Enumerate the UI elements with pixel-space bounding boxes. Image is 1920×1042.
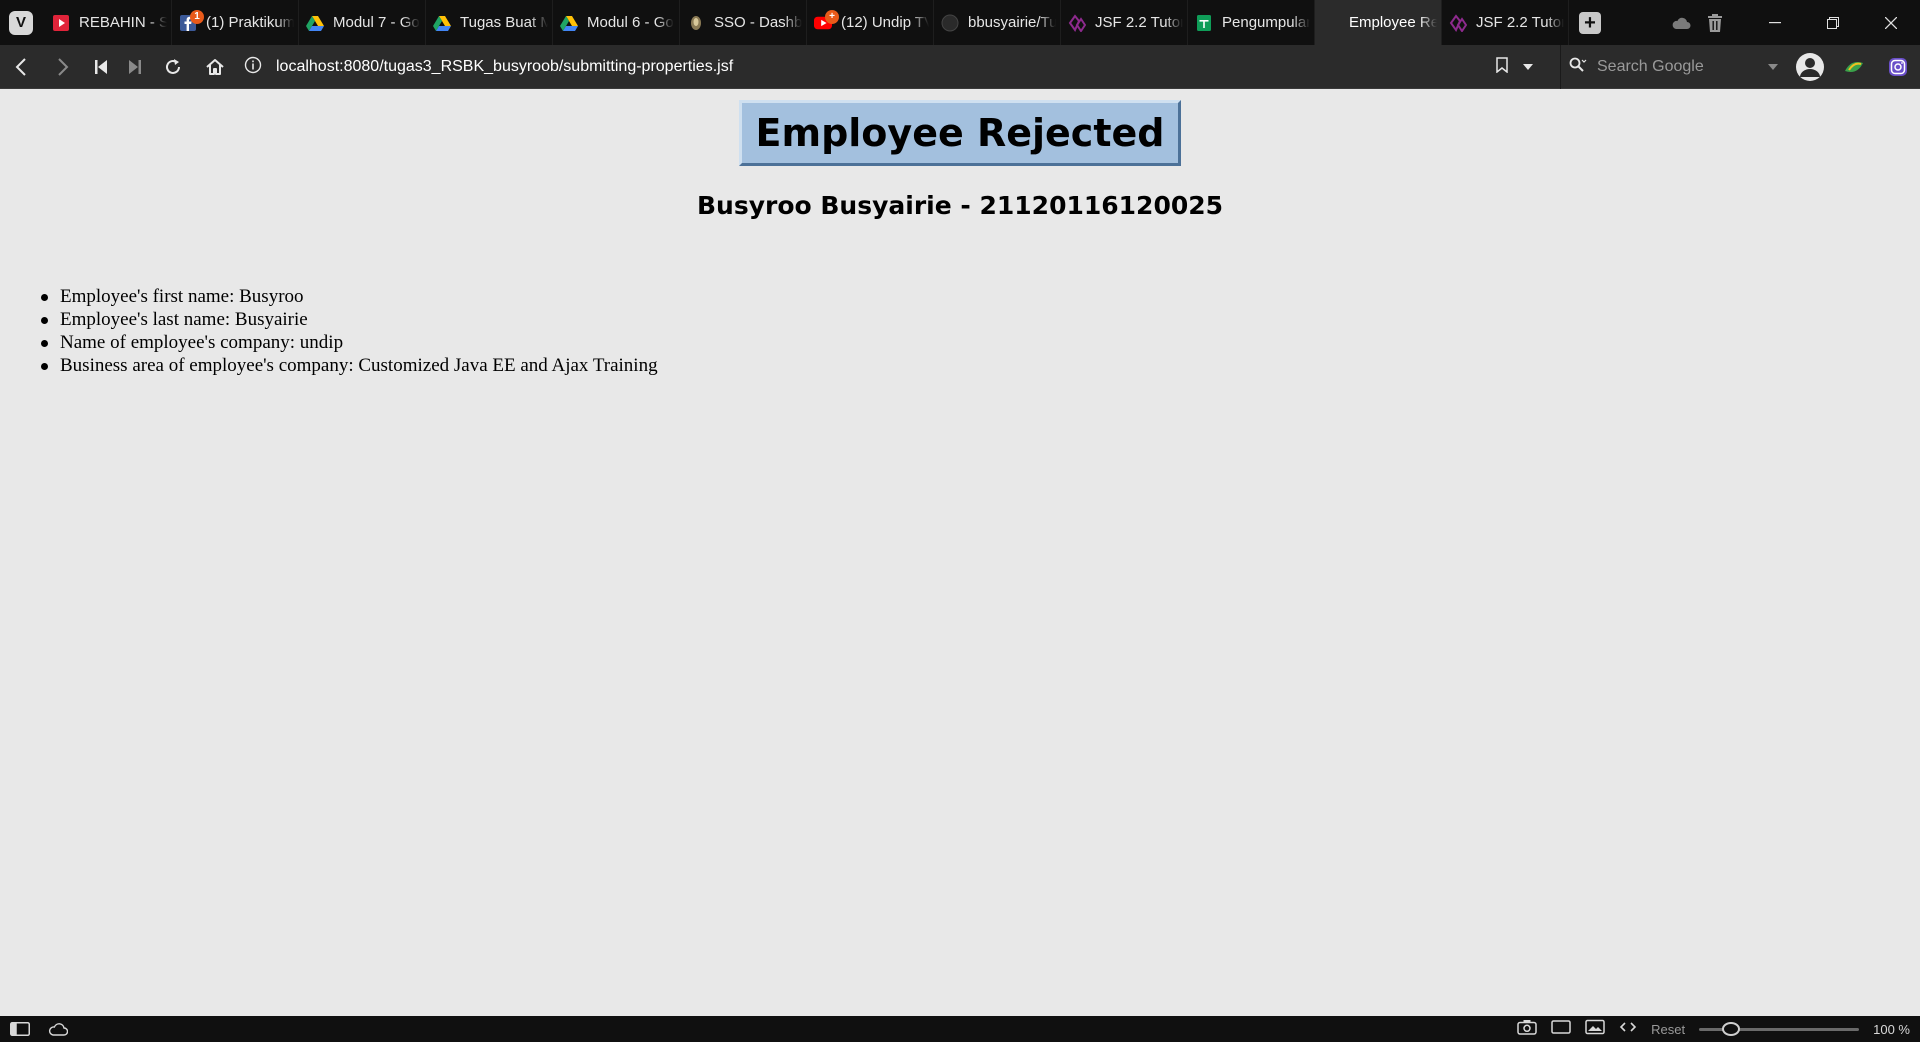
tab-notification-badge: + bbox=[825, 10, 839, 24]
images-icon[interactable] bbox=[1585, 1019, 1605, 1040]
author-subtitle: Busyroo Busyairie - 21120116120025 bbox=[696, 191, 1224, 220]
chevron-down-icon[interactable] bbox=[1522, 58, 1534, 76]
tab-list: REBAHIN - S 1 (1) Praktikum Modul 7 - Go Tug… bbox=[45, 0, 1569, 45]
list-item: Name of employee's company: undip bbox=[41, 331, 658, 354]
tab-label: Tugas Buat M bbox=[460, 14, 548, 31]
tab-item[interactable]: JSF 2.2 Tutori bbox=[1442, 0, 1569, 45]
search-field[interactable] bbox=[1560, 45, 1778, 89]
back-icon[interactable] bbox=[0, 45, 42, 89]
tab-label: Modul 7 - Go bbox=[333, 14, 420, 31]
trash-icon[interactable] bbox=[1698, 0, 1732, 45]
minimize-icon[interactable] bbox=[1746, 0, 1804, 45]
google-drive-icon bbox=[560, 14, 578, 32]
toolbar-right bbox=[1788, 45, 1920, 89]
cloud-sync-icon[interactable] bbox=[1664, 0, 1698, 45]
github-icon bbox=[941, 14, 959, 32]
google-drive-icon bbox=[433, 14, 451, 32]
instagram-icon[interactable] bbox=[1876, 45, 1920, 89]
restore-icon[interactable] bbox=[1804, 0, 1862, 45]
tab-label: JSF 2.2 Tutori bbox=[1476, 14, 1564, 31]
tab-label: Employee Re bbox=[1349, 14, 1437, 31]
tab-item[interactable]: bbusyairie/Tu bbox=[934, 0, 1061, 45]
new-tab-button[interactable]: + bbox=[1579, 11, 1601, 34]
tiling-icon[interactable] bbox=[1551, 1019, 1571, 1040]
zoom-reset-button[interactable]: Reset bbox=[1651, 1022, 1685, 1037]
tab-item[interactable]: Tugas Buat M bbox=[426, 0, 553, 45]
tab-item[interactable]: SSO - Dashbo bbox=[680, 0, 807, 45]
tab-item[interactable]: + (12) Undip TV bbox=[807, 0, 934, 45]
tab-item[interactable]: Modul 7 - Go bbox=[299, 0, 426, 45]
list-item: Employee's first name: Busyroo bbox=[41, 285, 658, 308]
page-actions-icon[interactable] bbox=[1619, 1020, 1637, 1038]
tab-strip: V REBAHIN - S 1 (1) Praktikum Modul 7 - Go T… bbox=[0, 0, 1920, 45]
zoom-slider[interactable] bbox=[1699, 1022, 1860, 1036]
google-drive-icon bbox=[306, 14, 324, 32]
tab-notification-badge: 1 bbox=[190, 10, 204, 24]
home-icon[interactable] bbox=[194, 45, 236, 89]
list-item: Employee's last name: Busyairie bbox=[41, 308, 658, 331]
zoom-level: 100 % bbox=[1873, 1021, 1910, 1037]
tab-label: SSO - Dashbo bbox=[714, 14, 802, 31]
window-controls bbox=[1664, 0, 1920, 45]
rebahin-icon bbox=[52, 14, 70, 32]
search-input[interactable] bbox=[1595, 57, 1759, 77]
search-icon bbox=[1569, 57, 1587, 78]
web-page: Employee Rejected Busyroo Busyairie - 21… bbox=[0, 89, 1920, 1016]
tab-label: (1) Praktikum bbox=[206, 14, 294, 31]
panel-toggle-icon[interactable] bbox=[0, 1016, 40, 1042]
camera-icon[interactable] bbox=[1517, 1019, 1537, 1040]
fast-forward-icon[interactable] bbox=[118, 45, 152, 89]
profile-avatar-icon[interactable] bbox=[1788, 45, 1832, 89]
forward-icon[interactable] bbox=[42, 45, 84, 89]
rewind-icon[interactable] bbox=[84, 45, 118, 89]
tab-label: (12) Undip TV bbox=[841, 14, 929, 31]
tab-label: Modul 6 - Go bbox=[587, 14, 674, 31]
url-text[interactable]: localhost:8080/tugas3_RSBK_busyroob/subm… bbox=[276, 58, 733, 76]
bookmark-controls bbox=[1496, 45, 1534, 89]
tab-item[interactable]: 1 (1) Praktikum bbox=[172, 0, 299, 45]
list-item: Business area of employee's company: Cus… bbox=[41, 355, 658, 376]
google-sheets-icon bbox=[1195, 14, 1213, 32]
status-controls: Reset 100 % bbox=[1517, 1016, 1920, 1042]
site-info-icon[interactable] bbox=[244, 56, 262, 79]
coreservlets-icon bbox=[1068, 13, 1086, 32]
employee-properties-list: Employee's first name: Busyroo Employee'… bbox=[41, 285, 658, 377]
tab-item[interactable]: REBAHIN - S bbox=[45, 0, 172, 45]
tab-item[interactable]: Pengumpulan bbox=[1188, 0, 1315, 45]
sync-cloud-icon[interactable] bbox=[40, 1016, 76, 1042]
tab-active[interactable]: Employee Re bbox=[1315, 0, 1442, 45]
search-engine-dropdown-icon[interactable] bbox=[1767, 58, 1779, 76]
vivaldi-menu-icon[interactable]: V bbox=[9, 10, 33, 35]
address-toolbar: localhost:8080/tugas3_RSBK_busyroob/subm… bbox=[0, 45, 1920, 89]
tab-item[interactable]: Modul 6 - Go bbox=[553, 0, 680, 45]
coreservlets-icon bbox=[1449, 13, 1467, 32]
close-window-icon[interactable] bbox=[1862, 0, 1920, 45]
reload-icon[interactable] bbox=[152, 45, 194, 89]
extension-icon[interactable] bbox=[1832, 45, 1876, 89]
page-title-box: Employee Rejected bbox=[739, 100, 1181, 166]
tab-item[interactable]: JSF 2.2 Tutori bbox=[1061, 0, 1188, 45]
zoom-slider-thumb[interactable] bbox=[1722, 1022, 1741, 1036]
tab-label: REBAHIN - S bbox=[79, 14, 167, 31]
tab-label: JSF 2.2 Tutori bbox=[1095, 14, 1183, 31]
address-field[interactable]: localhost:8080/tugas3_RSBK_busyroob/subm… bbox=[244, 45, 1551, 89]
page-title: Employee Rejected bbox=[755, 111, 1165, 155]
status-bar: Reset 100 % bbox=[0, 1016, 1920, 1042]
bookmark-icon[interactable] bbox=[1496, 56, 1508, 78]
tab-label: bbusyairie/Tu bbox=[968, 14, 1056, 31]
blank-page-icon bbox=[1322, 14, 1340, 32]
undip-logo-icon bbox=[687, 14, 705, 32]
tab-label: Pengumpulan bbox=[1222, 14, 1310, 31]
